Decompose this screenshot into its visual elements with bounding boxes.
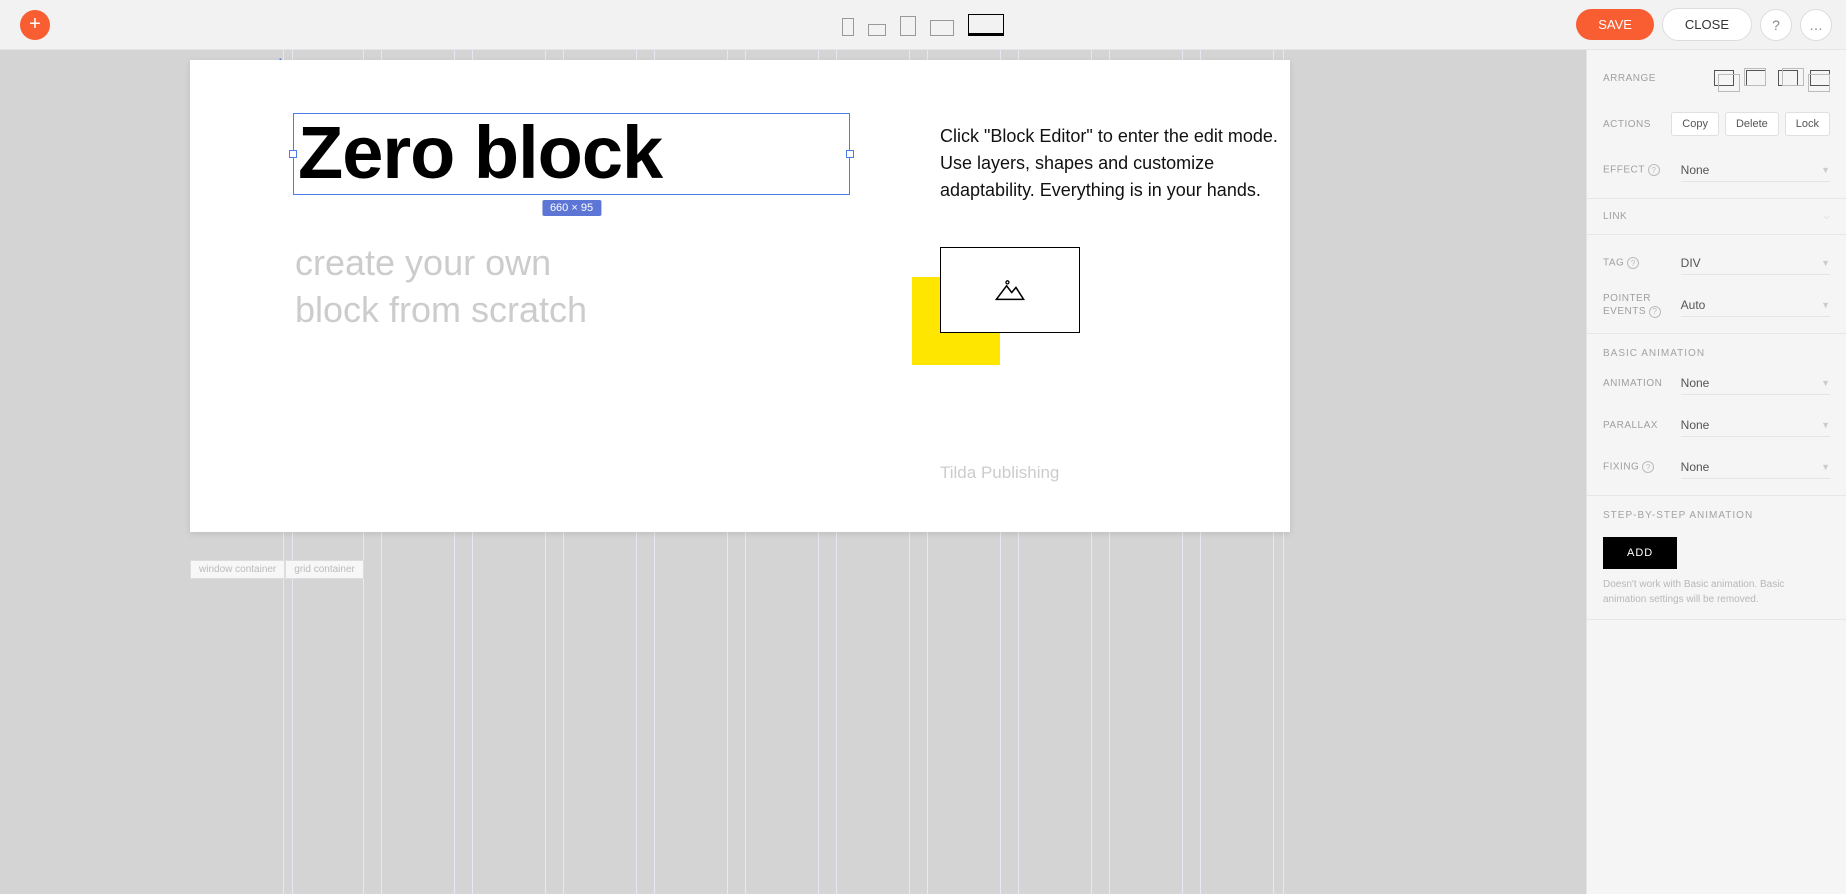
selected-text-element[interactable]: Zero block 660 × 95 — [293, 113, 850, 195]
subheading-text[interactable]: create your own block from scratch — [295, 240, 587, 334]
add-step-animation-button[interactable]: ADD — [1603, 537, 1677, 569]
parallax-select[interactable]: None▼ — [1681, 414, 1830, 437]
description-text[interactable]: Click "Block Editor" to enter the edit m… — [940, 123, 1300, 204]
close-button[interactable]: CLOSE — [1662, 8, 1752, 41]
device-tablet-landscape-icon[interactable] — [930, 20, 954, 36]
device-tablet-portrait-icon[interactable] — [900, 16, 916, 36]
tag-label: TAG? — [1603, 257, 1681, 269]
resize-handle-right[interactable] — [846, 150, 854, 158]
device-desktop-icon[interactable] — [968, 14, 1004, 36]
arrange-label: ARRANGE — [1603, 73, 1681, 84]
arrange-front-icon[interactable] — [1714, 70, 1734, 86]
device-preview-switcher — [842, 14, 1004, 36]
delete-button[interactable]: Delete — [1725, 112, 1779, 136]
pointer-events-label: POINTER EVENTS? — [1603, 292, 1681, 318]
subheading-line: block from scratch — [295, 287, 587, 334]
link-label: LINK — [1603, 211, 1681, 222]
step-animation-note: Doesn't work with Basic animation. Basic… — [1603, 577, 1830, 607]
container-label[interactable]: grid container — [285, 560, 364, 579]
resize-handle-left[interactable] — [289, 150, 297, 158]
footer-text[interactable]: Tilda Publishing — [940, 463, 1059, 483]
help-icon[interactable]: ? — [1648, 164, 1660, 176]
effect-label: EFFECT? — [1603, 164, 1681, 176]
help-icon[interactable]: ? — [1649, 306, 1661, 318]
selection-size-badge: 660 × 95 — [542, 200, 601, 216]
actions-label: ACTIONS — [1603, 119, 1671, 130]
arrange-forward-icon[interactable] — [1746, 70, 1766, 86]
help-icon[interactable]: ? — [1627, 257, 1639, 269]
fixing-label: FIXING? — [1603, 461, 1681, 473]
help-button[interactable]: ? — [1760, 9, 1792, 41]
topbar-right-group: SAVE CLOSE ? … — [1576, 8, 1832, 41]
effect-select[interactable]: None▼ — [1681, 159, 1830, 182]
properties-panel: ARRANGE ACTIONS Copy Delete Lock EFFECT?… — [1586, 50, 1846, 894]
subheading-line: create your own — [295, 240, 587, 287]
chevron-down-icon: ▼ — [1821, 165, 1830, 175]
image-placeholder[interactable] — [940, 247, 1080, 333]
animation-select[interactable]: None▼ — [1681, 372, 1830, 395]
basic-animation-title: BASIC ANIMATION — [1587, 334, 1846, 363]
lock-button[interactable]: Lock — [1785, 112, 1830, 136]
help-icon[interactable]: ? — [1642, 461, 1654, 473]
chevron-down-icon: ▼ — [1821, 378, 1830, 388]
container-label[interactable]: window container — [190, 560, 285, 579]
chevron-down-icon: ⌵ — [1823, 211, 1830, 222]
chevron-down-icon: ▼ — [1821, 420, 1830, 430]
arrange-back-icon[interactable] — [1810, 70, 1830, 86]
link-section[interactable]: LINK ⌵ — [1587, 199, 1846, 235]
animation-label: ANIMATION — [1603, 378, 1681, 389]
device-mobile-landscape-icon[interactable] — [868, 24, 886, 36]
tag-select[interactable]: DIV▼ — [1681, 252, 1830, 275]
parallax-label: PARALLAX — [1603, 420, 1681, 431]
editor-canvas[interactable]: + Zero block 660 × 95 create your own bl… — [0, 50, 1586, 894]
chevron-down-icon: ▼ — [1821, 300, 1830, 310]
mountain-icon — [993, 276, 1027, 304]
fixing-select[interactable]: None▼ — [1681, 456, 1830, 479]
more-menu-button[interactable]: … — [1800, 9, 1832, 41]
arrange-backward-icon[interactable] — [1778, 70, 1798, 86]
save-button[interactable]: SAVE — [1576, 9, 1654, 40]
top-toolbar: + SAVE CLOSE ? … — [0, 0, 1846, 50]
heading-text[interactable]: Zero block — [294, 114, 849, 192]
add-element-button[interactable]: + — [20, 10, 50, 40]
pointer-events-select[interactable]: Auto▼ — [1681, 294, 1830, 317]
device-mobile-portrait-icon[interactable] — [842, 18, 854, 36]
step-animation-title: STEP-BY-STEP ANIMATION — [1587, 496, 1846, 525]
chevron-down-icon: ▼ — [1821, 462, 1830, 472]
copy-button[interactable]: Copy — [1671, 112, 1719, 136]
chevron-down-icon: ▼ — [1821, 258, 1830, 268]
container-labels: window container grid container — [190, 560, 364, 579]
